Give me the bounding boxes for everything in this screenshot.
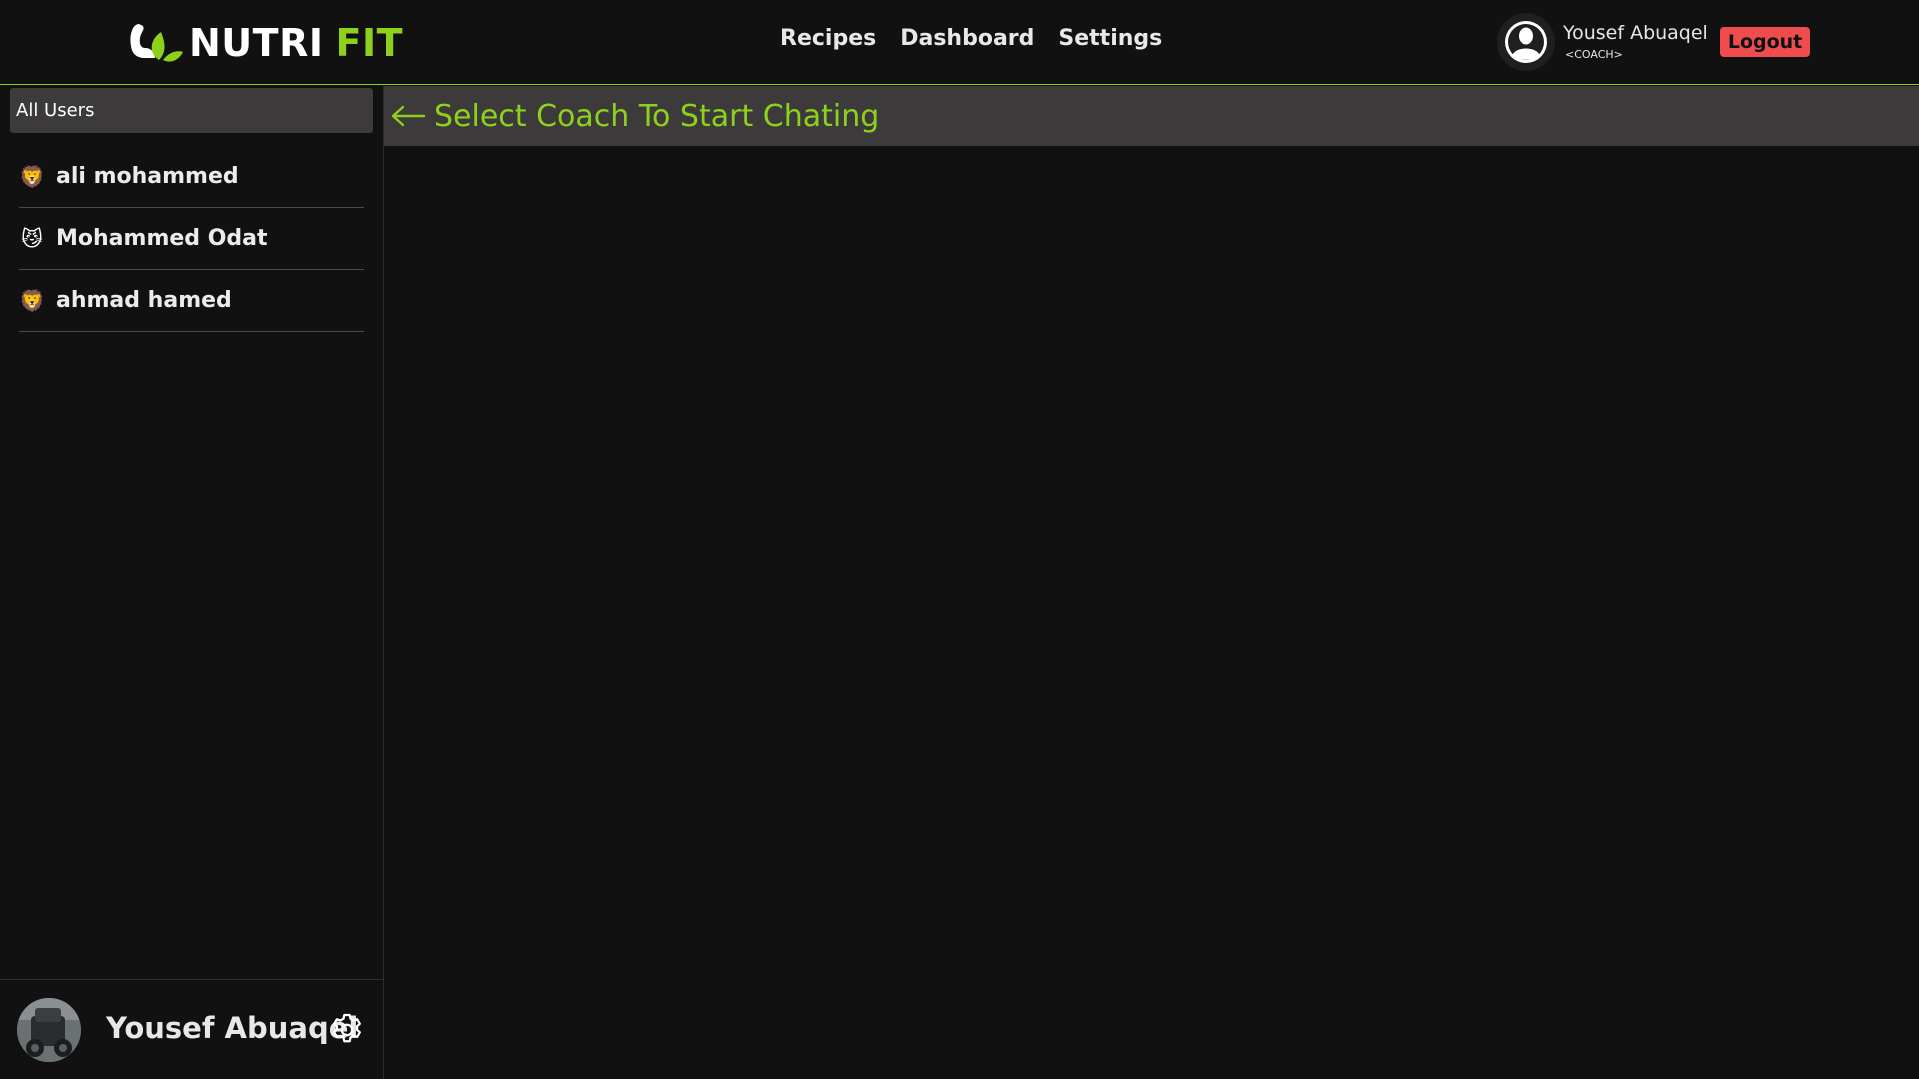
profile-photo[interactable] bbox=[17, 998, 81, 1062]
profile-photo-image bbox=[17, 998, 81, 1062]
lion-emoji-icon: 🦁 bbox=[19, 164, 46, 189]
user-list-item[interactable]: 🦁 ali mohammed bbox=[19, 146, 364, 208]
nav-link-dashboard[interactable]: Dashboard bbox=[900, 26, 1034, 51]
all-users-header: All Users bbox=[10, 88, 373, 133]
user-list-item[interactable]: 😼 Mohammed Odat bbox=[19, 208, 364, 270]
nav-link-settings[interactable]: Settings bbox=[1058, 26, 1162, 51]
user-name-label: ahmad hamed bbox=[56, 288, 232, 313]
sidebar: All Users 🦁 ali mohammed 😼 Mohammed Odat… bbox=[0, 86, 384, 1079]
lion-emoji-icon: 🦁 bbox=[19, 288, 46, 313]
arrow-left-icon[interactable] bbox=[390, 104, 426, 128]
footer-user-name: Yousef Abuaqel bbox=[106, 1011, 359, 1045]
top-navbar: NUTRI FIT Recipes Dashboard Settings Yous… bbox=[0, 0, 1919, 85]
brand-word-fit: FIT bbox=[335, 21, 404, 65]
chat-area bbox=[384, 146, 1919, 1079]
chat-header: Select Coach To Start Chating bbox=[384, 86, 1919, 146]
header-user-box: Yousef Abuaqel <COACH> Logout bbox=[1497, 13, 1811, 71]
user-name-label: Mohammed Odat bbox=[56, 226, 268, 251]
brand-logo[interactable]: NUTRI FIT bbox=[125, 18, 403, 68]
nav-links: Recipes Dashboard Settings bbox=[780, 26, 1162, 51]
user-name-label: ali mohammed bbox=[56, 164, 239, 189]
user-avatar-icon bbox=[1505, 21, 1547, 63]
header-user-role: <COACH> bbox=[1565, 48, 1623, 61]
brand-word-nutri: NUTRI bbox=[189, 21, 324, 65]
logout-button[interactable]: Logout bbox=[1719, 27, 1811, 57]
muscle-leaf-icon bbox=[130, 24, 183, 62]
chat-header-title: Select Coach To Start Chating bbox=[434, 98, 880, 134]
header-user-name: Yousef Abuaqel bbox=[1563, 22, 1708, 44]
header-user-text: Yousef Abuaqel <COACH> bbox=[1563, 22, 1708, 61]
user-list-item[interactable]: 🦁 ahmad hamed bbox=[19, 270, 364, 332]
user-list: 🦁 ali mohammed 😼 Mohammed Odat 🦁 ahmad h… bbox=[19, 146, 364, 332]
cat-emoji-icon: 😼 bbox=[21, 226, 43, 251]
header-avatar[interactable] bbox=[1497, 13, 1555, 71]
brand-name: NUTRI FIT bbox=[189, 21, 403, 65]
nav-link-recipes[interactable]: Recipes bbox=[780, 26, 876, 51]
gear-icon[interactable] bbox=[328, 1011, 366, 1049]
sidebar-footer: Yousef Abuaqel bbox=[0, 979, 383, 1079]
